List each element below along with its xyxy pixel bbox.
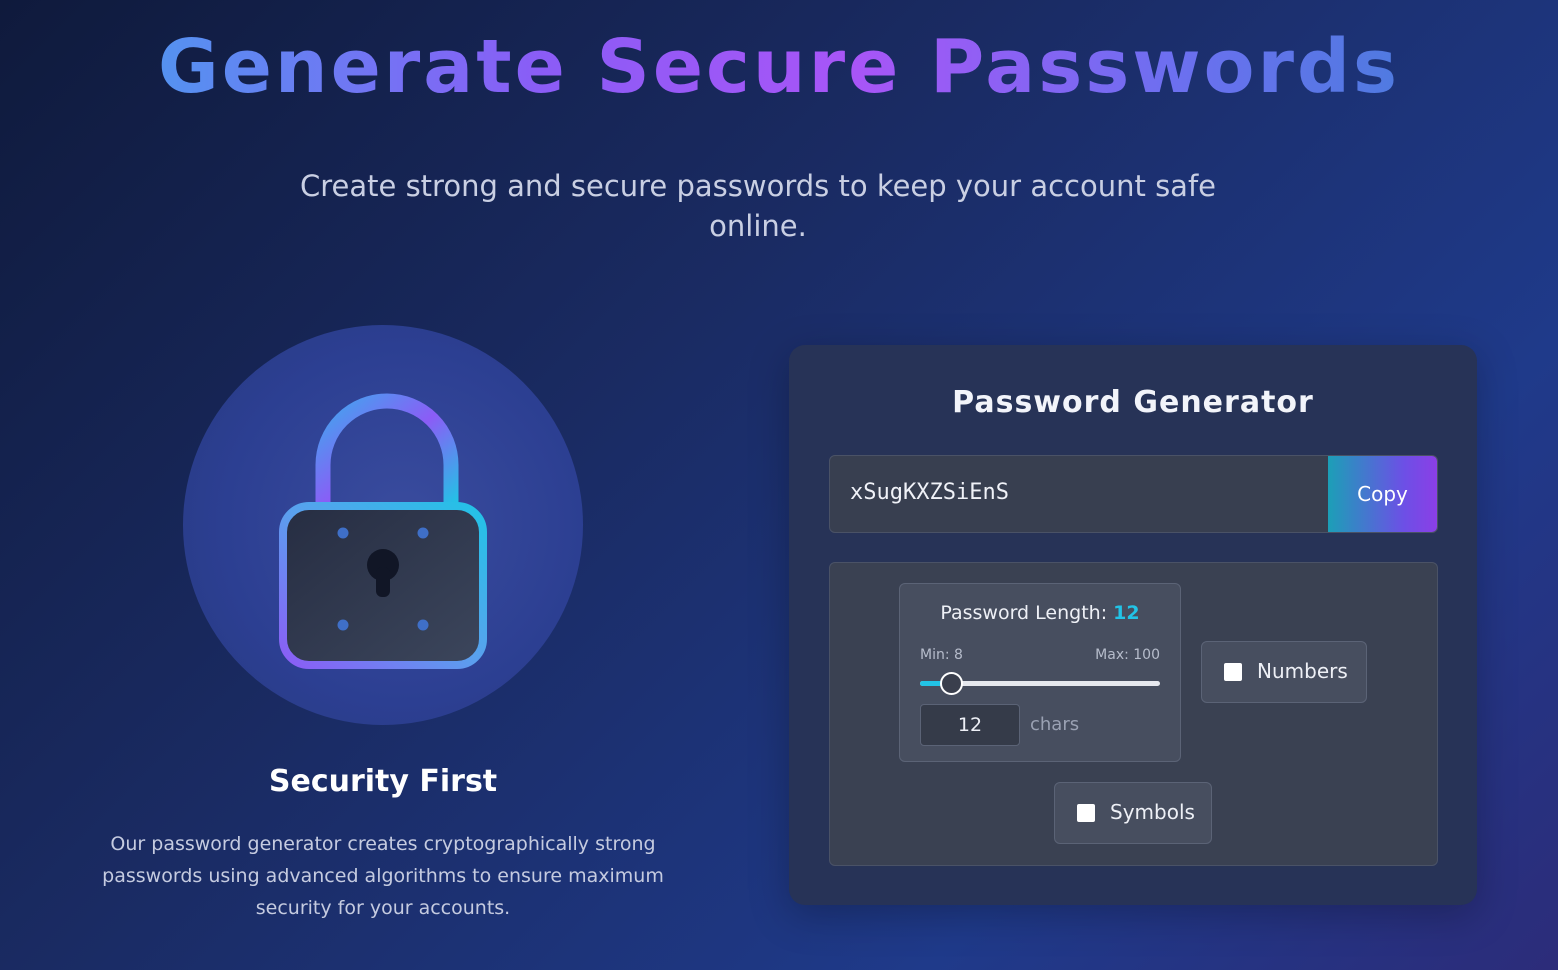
numbers-checkbox[interactable]: [1224, 663, 1242, 681]
symbols-checkbox[interactable]: [1077, 804, 1095, 822]
copy-button[interactable]: Copy: [1328, 456, 1437, 532]
max-length-label: Max: 100: [1095, 647, 1160, 663]
numbers-label: Numbers: [1257, 659, 1348, 683]
security-illustration: [183, 325, 583, 725]
length-value: 12: [1113, 602, 1140, 624]
options-panel: Password Length: 12 Min: 8 Max: 100 char…: [829, 562, 1438, 866]
feature-description: Our password generator creates cryptogra…: [102, 833, 664, 919]
password-output-field[interactable]: xSugKXZSiEnS Copy: [829, 455, 1438, 533]
length-input[interactable]: [920, 704, 1020, 746]
page-subtitle: Create strong and secure passwords to ke…: [300, 169, 1217, 243]
length-label: Password Length: 12: [900, 602, 1180, 624]
padlock-icon: [279, 393, 487, 669]
generated-password[interactable]: xSugKXZSiEnS: [850, 480, 1009, 505]
numbers-option[interactable]: Numbers: [1201, 641, 1367, 703]
password-generator-card: Password Generator xSugKXZSiEnS Copy Pas…: [789, 345, 1477, 905]
length-slider[interactable]: [920, 672, 1160, 695]
min-length-label: Min: 8: [920, 647, 963, 663]
page-title: Generate Secure Passwords: [0, 24, 1558, 110]
feature-title: Security First: [268, 764, 498, 799]
length-label-text: Password Length:: [940, 602, 1108, 624]
generator-title: Password Generator: [952, 385, 1314, 420]
chars-unit-label: chars: [1030, 714, 1080, 735]
symbols-label: Symbols: [1110, 800, 1195, 824]
symbols-option[interactable]: Symbols: [1054, 782, 1212, 844]
length-slider-thumb[interactable]: [939, 672, 963, 695]
length-control: Password Length: 12 Min: 8 Max: 100 char…: [899, 583, 1181, 762]
